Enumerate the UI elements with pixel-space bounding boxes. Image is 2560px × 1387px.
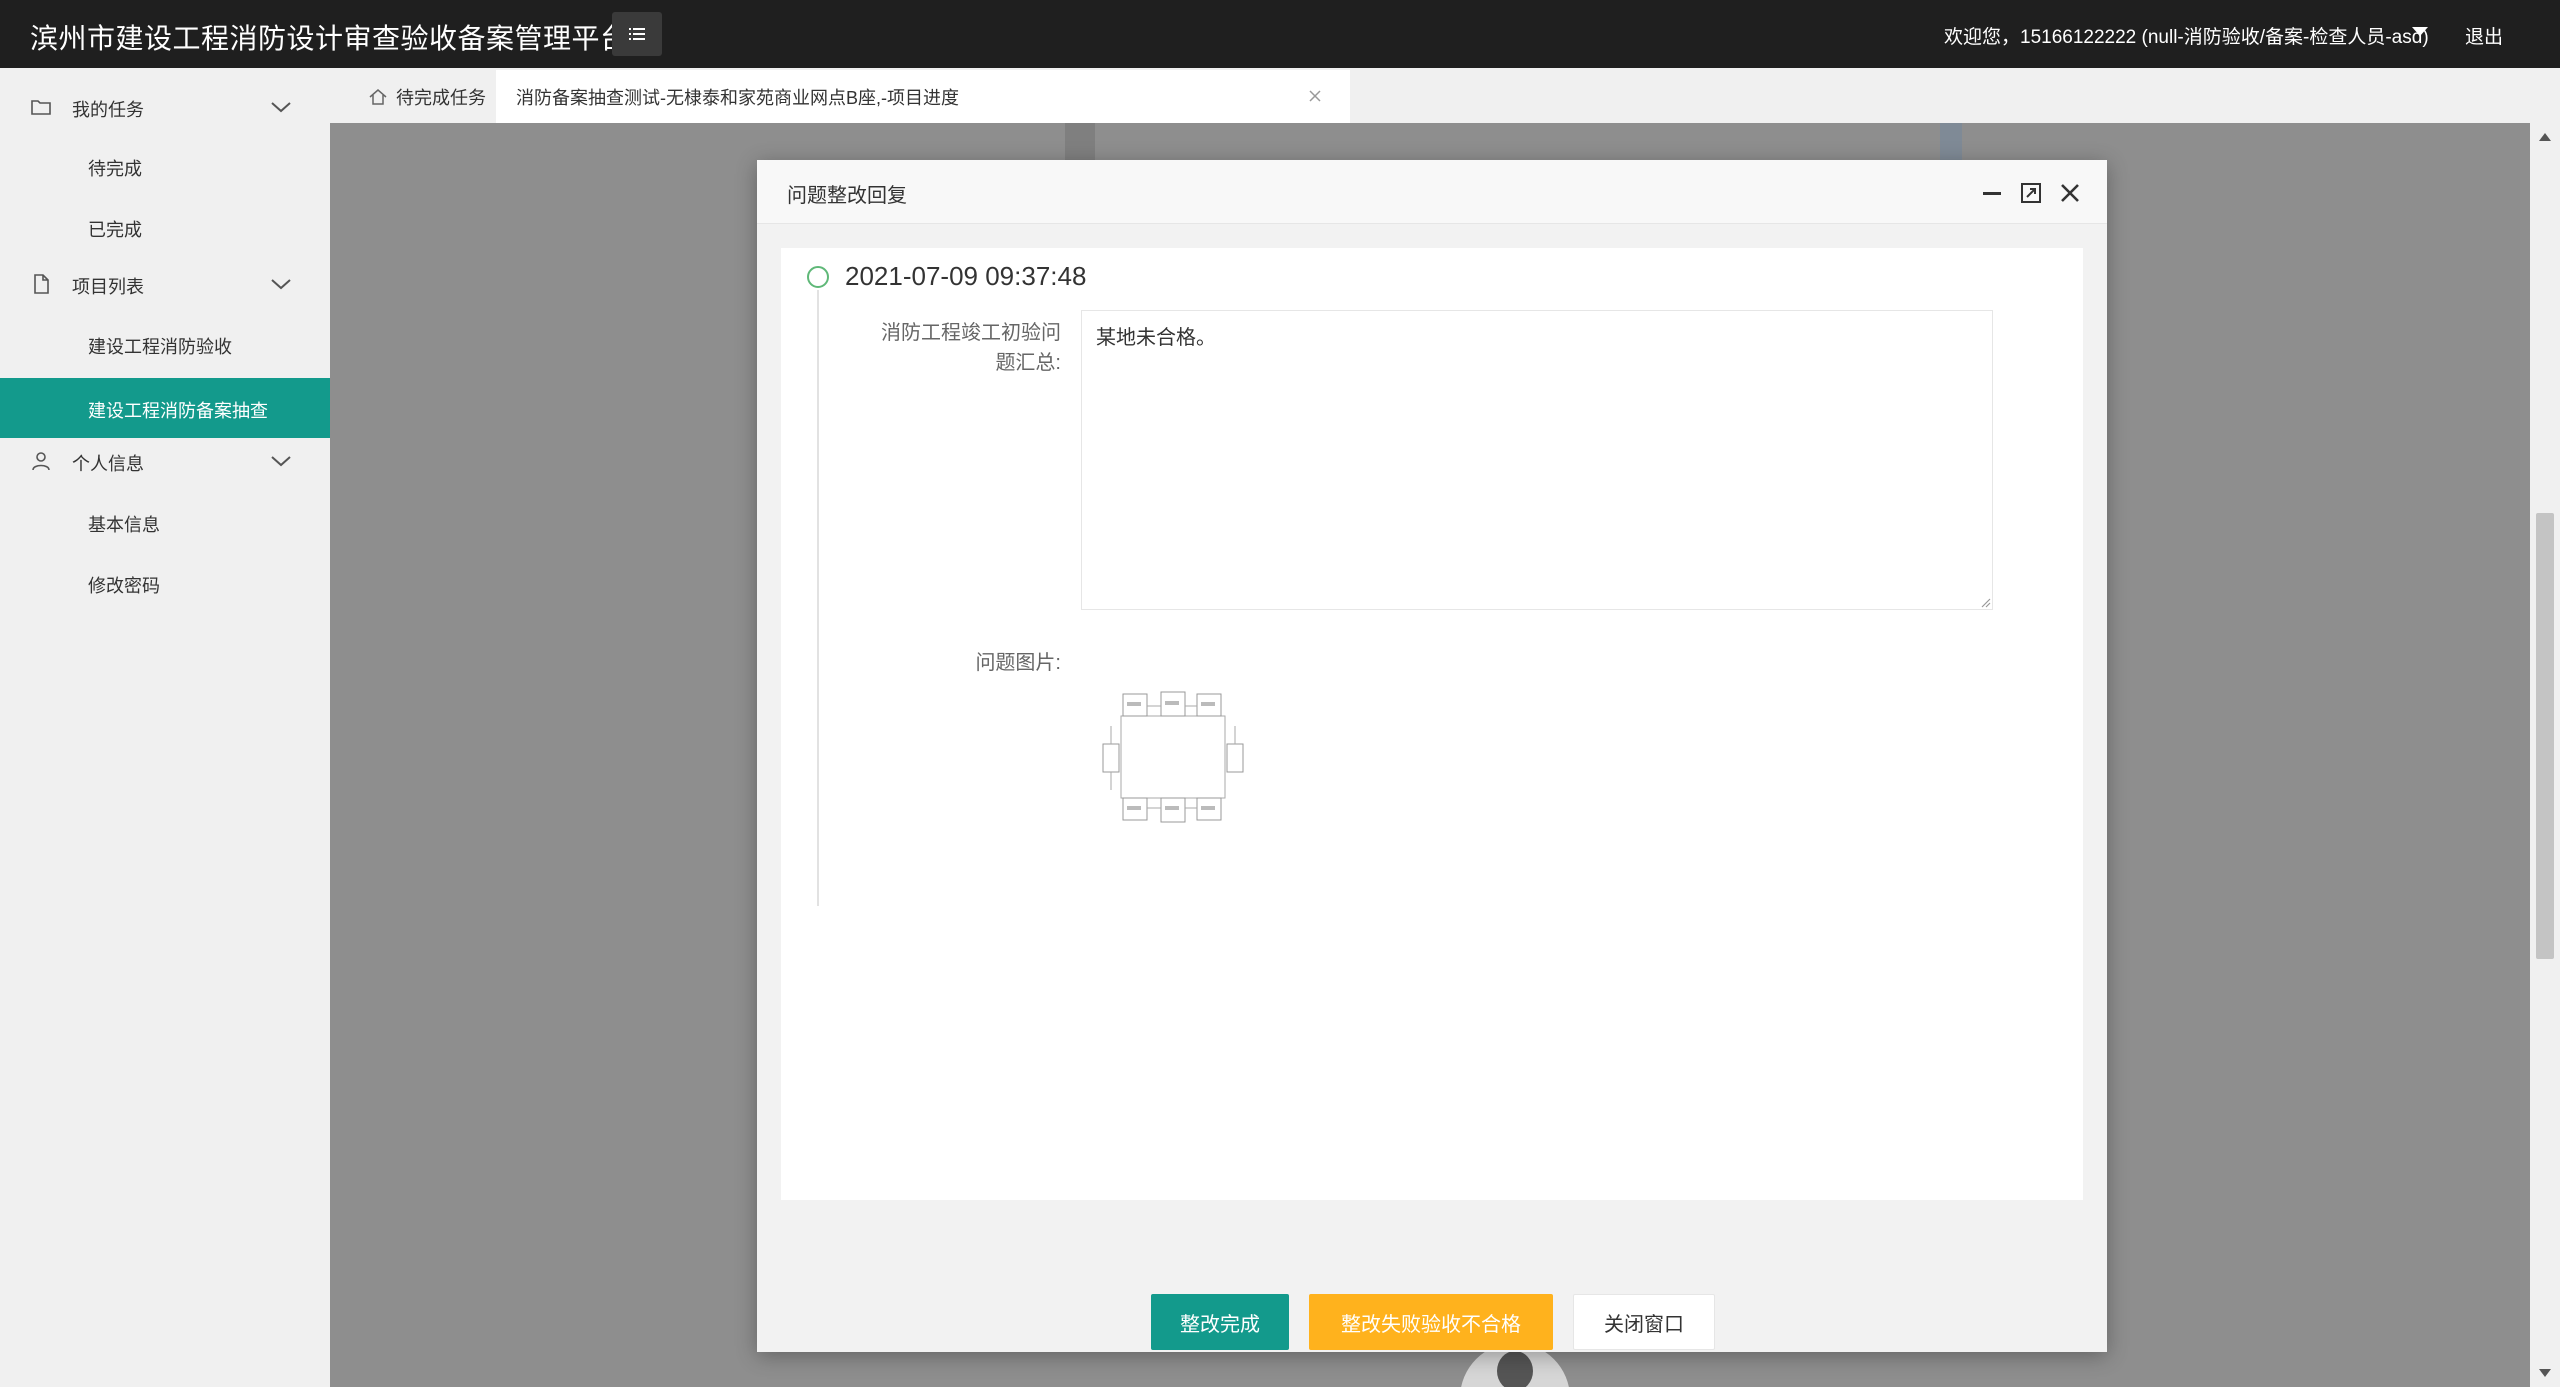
dialog-footer: 整改完成 整改失败验收不合格 关闭窗口	[757, 1200, 2107, 1352]
sidebar-group-project-list[interactable]: 项目列表	[0, 253, 330, 313]
menu-toggle-button[interactable]	[612, 12, 662, 56]
sidebar-group-label: 我的任务	[72, 100, 144, 120]
timeline-line	[817, 290, 819, 906]
folder-icon	[31, 100, 51, 115]
issue-image-thumbnail[interactable]	[1099, 686, 1247, 826]
sidebar-item-label: 已完成	[88, 220, 142, 240]
sidebar-item-fire-acceptance[interactable]: 建设工程消防验收	[0, 314, 330, 374]
vertical-scrollbar[interactable]	[2530, 123, 2560, 1387]
rectification-failed-button[interactable]: 整改失败验收不合格	[1309, 1294, 1553, 1350]
dialog-header: 问题整改回复	[757, 160, 2107, 224]
user-icon	[32, 452, 50, 471]
sidebar-item-completed[interactable]: 已完成	[0, 197, 330, 257]
sidebar: 我的任务 待完成 已完成 项目列表 建设工程消防验收 建设工程消防备案抽查 个人…	[0, 68, 330, 1387]
sidebar-item-pending[interactable]: 待完成	[0, 136, 330, 196]
sidebar-group-my-tasks[interactable]: 我的任务	[0, 76, 330, 136]
background-element	[1940, 123, 1962, 163]
chevron-down-icon	[271, 279, 291, 290]
scroll-up-icon[interactable]	[2539, 133, 2551, 141]
tab-label: 待完成任务	[396, 87, 486, 108]
tab-project-progress[interactable]: 消防备案抽查测试-无棣泰和家苑商业网点B座,-项目进度	[496, 70, 1350, 123]
home-icon	[369, 88, 387, 105]
chevron-down-icon	[271, 456, 291, 467]
scrollbar-thumb[interactable]	[2536, 513, 2554, 959]
sidebar-group-label: 个人信息	[72, 454, 144, 474]
tab-pending-tasks[interactable]: 待完成任务	[346, 70, 496, 123]
sidebar-item-fire-filing-check[interactable]: 建设工程消防备案抽查	[0, 378, 330, 438]
dialog-title: 问题整改回复	[787, 185, 907, 207]
timeline-timestamp: 2021-07-09 09:37:48	[845, 261, 1087, 291]
tab-label: 消防备案抽查测试-无棣泰和家苑商业网点B座,-项目进度	[516, 87, 959, 108]
sidebar-item-label: 建设工程消防备案抽查	[88, 401, 268, 421]
close-icon[interactable]	[2057, 180, 2083, 206]
sidebar-item-basic-info[interactable]: 基本信息	[0, 492, 330, 552]
sidebar-group-personal-info[interactable]: 个人信息	[0, 430, 330, 490]
dialog-body: 2021-07-09 09:37:48 消防工程竣工初验问题汇总: 某地未合格。…	[781, 248, 2083, 1200]
sidebar-item-change-password[interactable]: 修改密码	[0, 553, 330, 613]
background-element	[1065, 123, 1095, 163]
close-tab-icon[interactable]	[1306, 87, 1324, 105]
rectification-complete-button[interactable]: 整改完成	[1151, 1294, 1289, 1350]
chevron-down-icon	[271, 102, 291, 113]
top-bar: 滨州市建设工程消防设计审查验收备案管理平台 欢迎您，15166122222 (n…	[0, 0, 2560, 68]
document-icon	[34, 274, 49, 294]
maximize-icon[interactable]	[2018, 180, 2044, 206]
sidebar-item-label: 基本信息	[88, 515, 160, 535]
tabs-bar: 待完成任务 消防备案抽查测试-无棣泰和家苑商业网点B座,-项目进度	[330, 68, 2530, 123]
minimize-icon[interactable]	[1979, 180, 2005, 206]
logout-link[interactable]: 退出	[2465, 22, 2503, 49]
scroll-down-icon[interactable]	[2539, 1369, 2551, 1377]
issue-image-label: 问题图片:	[975, 652, 1061, 674]
app-title: 滨州市建设工程消防设计审查验收备案管理平台	[30, 23, 629, 54]
issue-summary-textarea[interactable]: 某地未合格。	[1081, 310, 1993, 610]
sidebar-item-label: 修改密码	[88, 576, 160, 596]
sidebar-item-label: 待完成	[88, 159, 142, 179]
sidebar-group-label: 项目列表	[72, 277, 144, 297]
sidebar-item-label: 建设工程消防验收	[88, 337, 232, 357]
list-menu-icon	[629, 28, 645, 40]
rectification-reply-dialog: 问题整改回复 2021-07-09 09:37:48 消防工程竣工初验问题汇总:…	[757, 160, 2107, 1352]
timeline-dot	[807, 266, 829, 288]
caret-down-icon[interactable]	[2412, 27, 2428, 36]
close-window-button[interactable]: 关闭窗口	[1573, 1294, 1715, 1350]
resize-grip-icon[interactable]	[1979, 596, 1991, 608]
user-welcome-menu[interactable]: 欢迎您，15166122222 (null-消防验收/备案-检查人员-asd)	[1944, 22, 2429, 49]
summary-label: 消防工程竣工初验问题汇总:	[881, 322, 1061, 374]
